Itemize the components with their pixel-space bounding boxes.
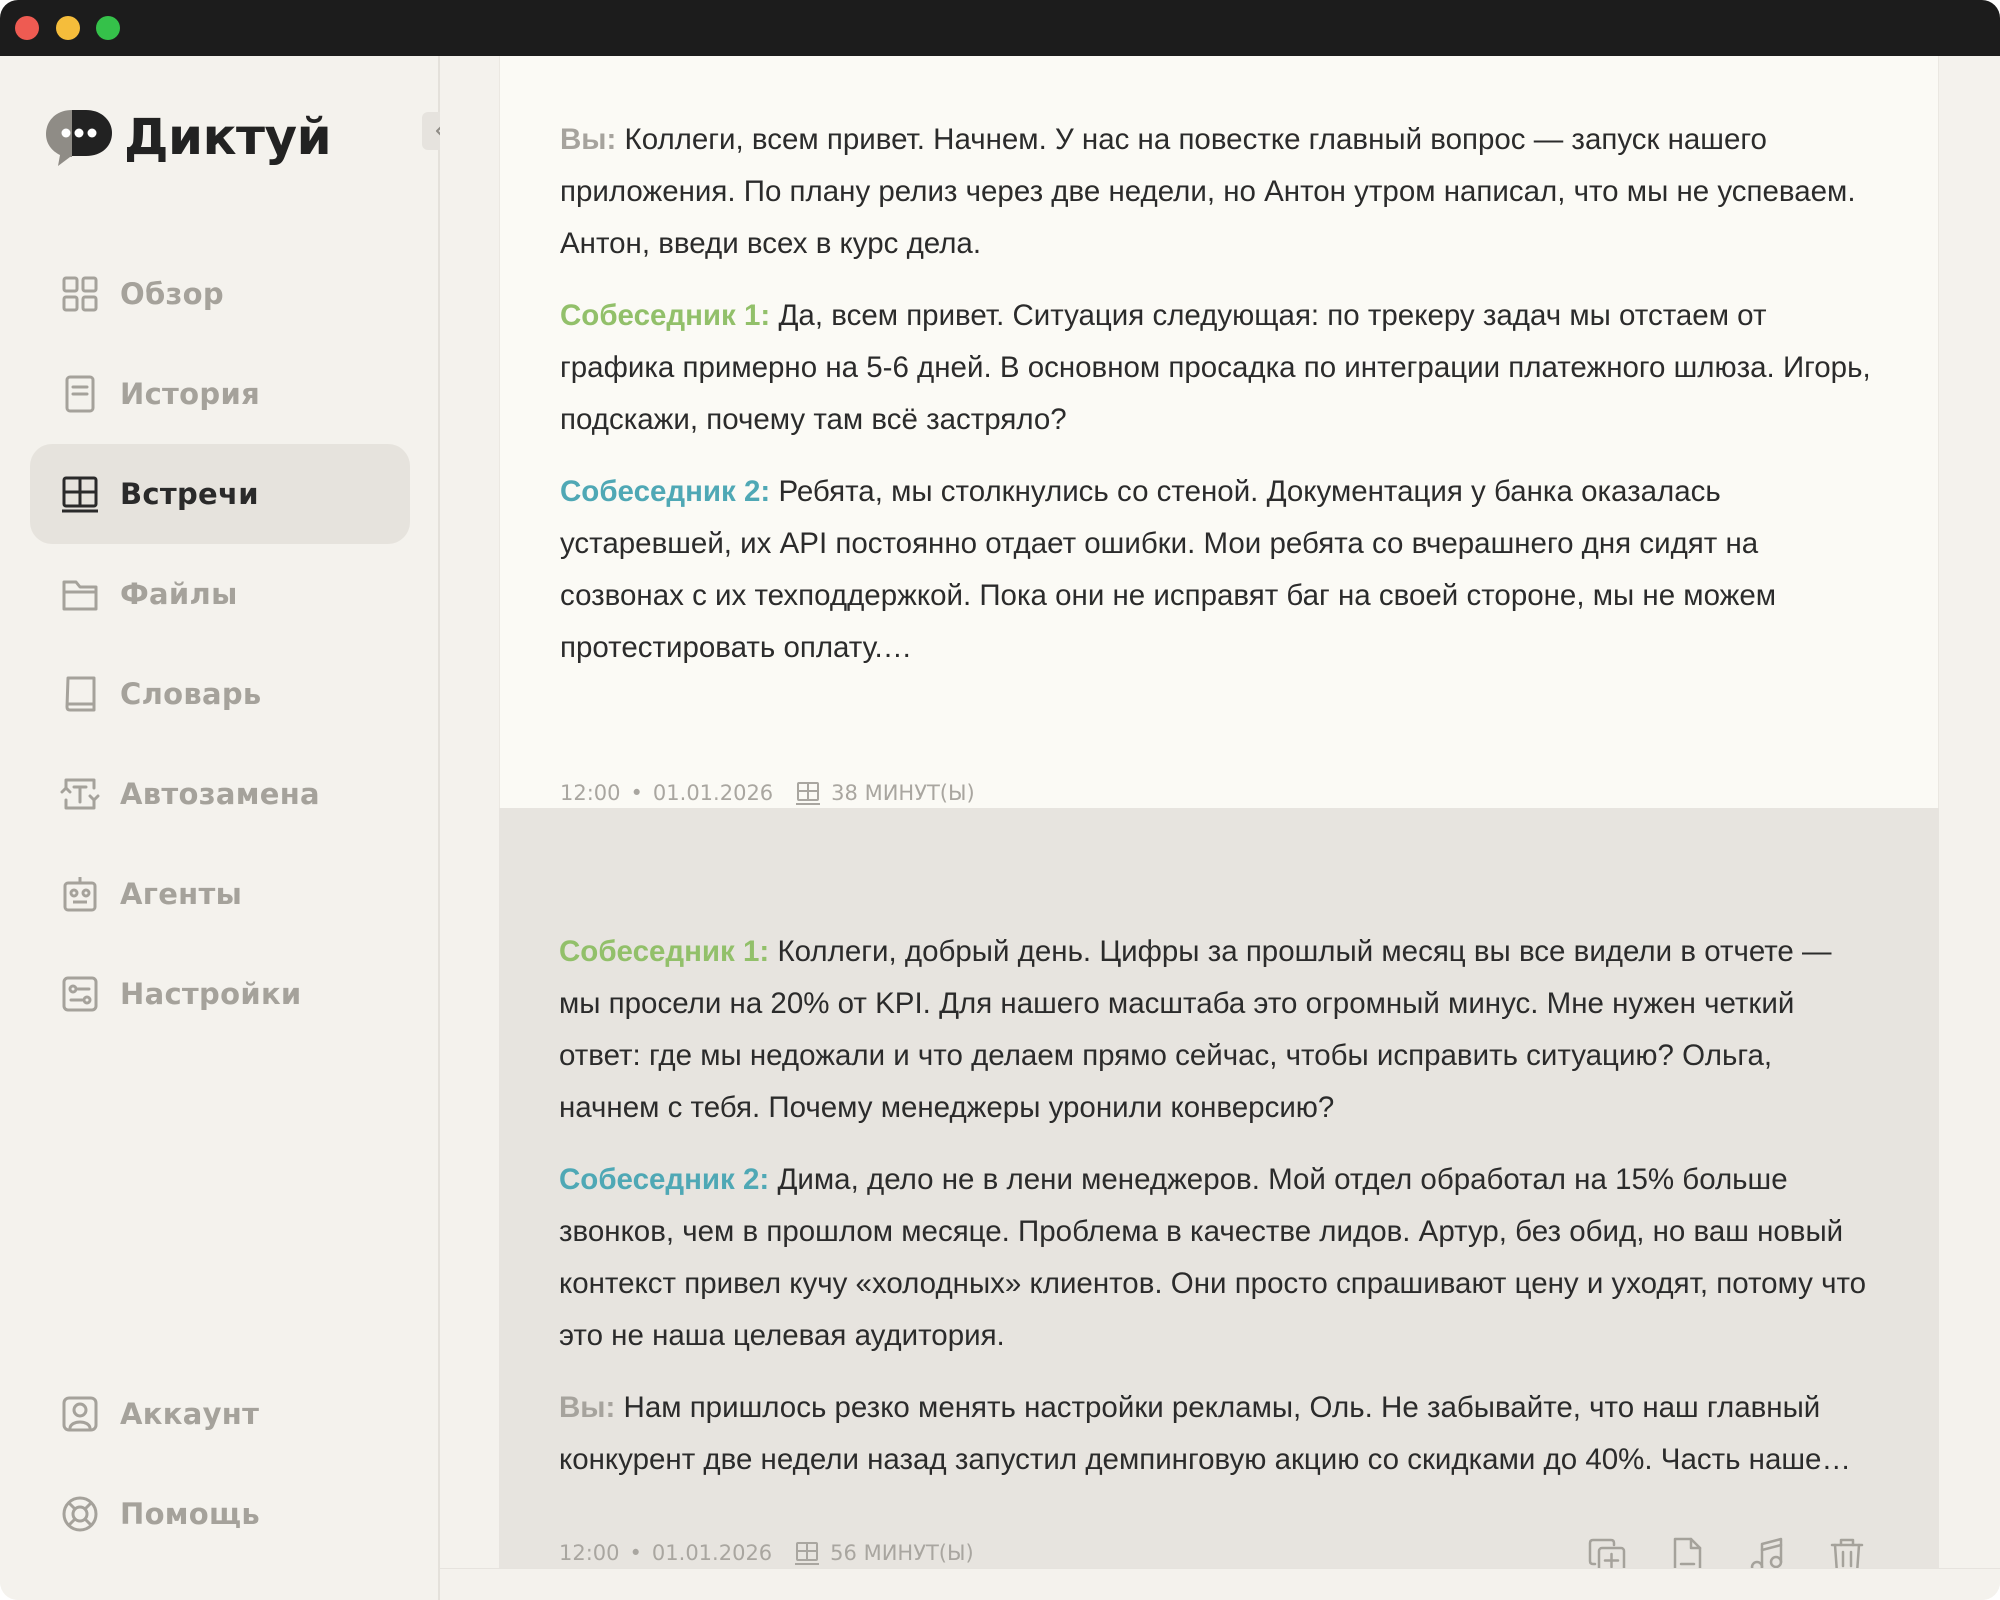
list-footer <box>440 1568 2000 1600</box>
meeting-date: 01.01.2026 <box>651 1541 773 1565</box>
robot-icon <box>63 877 97 912</box>
meeting-card[interactable]: Вы: Коллеги, всем привет. Начнем. У нас … <box>499 56 1939 808</box>
close-window-button[interactable] <box>15 16 39 40</box>
separator-dot: • <box>629 1541 642 1565</box>
sidebar-item-label: Словарь <box>120 677 262 711</box>
sliders-icon <box>62 976 98 1012</box>
sidebar-item-help[interactable]: Помощь <box>30 1464 410 1564</box>
meeting-time: 12:00 <box>560 781 621 805</box>
speaker-label: Вы: <box>560 123 617 156</box>
sidebar-item-label: Файлы <box>120 577 238 611</box>
document-icon <box>65 375 95 413</box>
sidebar-item-history[interactable]: История <box>30 344 410 444</box>
meeting-date: 01.01.2026 <box>652 781 774 805</box>
transcript-line: Вы: Нам пришлось резко менять настройки … <box>559 1382 1879 1486</box>
table-icon <box>795 1542 820 1565</box>
speaker-label: Вы: <box>559 1391 616 1424</box>
meeting-meta: 12:00 • 01.01.2026 38 МИНУТ(Ы) <box>560 780 975 806</box>
meetings-list: Вы: Коллеги, всем привет. Начнем. У нас … <box>440 56 2000 1600</box>
transcript-line: Собеседник 1: Коллеги, добрый день. Цифр… <box>559 926 1879 1134</box>
speaker-label: Собеседник 1: <box>560 299 771 332</box>
separator-dot: • <box>630 781 643 805</box>
sidebar-item-label: Обзор <box>120 277 224 311</box>
table-icon <box>62 476 98 513</box>
transcript-line: Собеседник 2: Ребята, мы столкнулись со … <box>560 466 1878 674</box>
user-icon <box>62 1396 98 1432</box>
sidebar-item-label: Настройки <box>120 977 302 1011</box>
sidebar-item-label: Аккаунт <box>120 1397 260 1431</box>
transcript-line: Собеседник 1: Да, всем привет. Ситуация … <box>560 290 1878 446</box>
meeting-card[interactable]: Собеседник 1: Коллеги, добрый день. Цифр… <box>499 808 1939 1575</box>
meeting-time: 12:00 <box>559 1541 620 1565</box>
sidebar: Диктуй Обзор История Встречи Файлы Слова… <box>0 56 458 1600</box>
sidebar-item-agents[interactable]: Агенты <box>30 844 410 944</box>
app-name: Диктуй <box>124 108 332 166</box>
transcript-text: Нам пришлось резко менять настройки рекл… <box>559 1391 1851 1476</box>
sidebar-item-dictionary[interactable]: Словарь <box>30 644 410 744</box>
transcript-line: Вы: Коллеги, всем привет. Начнем. У нас … <box>560 114 1878 270</box>
speaker-label: Собеседник 2: <box>560 475 771 508</box>
minimize-window-button[interactable] <box>56 16 80 40</box>
sidebar-item-label: Встречи <box>120 477 259 511</box>
app-logo: Диктуй <box>42 102 332 172</box>
meeting-duration: 56 МИНУТ(Ы) <box>830 1541 974 1565</box>
sidebar-item-meetings[interactable]: Встречи <box>30 444 410 544</box>
maximize-window-button[interactable] <box>96 16 120 40</box>
grid-icon <box>62 276 98 312</box>
sidebar-item-autoreplace[interactable]: Автозамена <box>30 744 410 844</box>
book-icon <box>65 676 96 712</box>
table-icon <box>796 782 821 805</box>
sidebar-item-overview[interactable]: Обзор <box>30 244 410 344</box>
meeting-duration: 38 МИНУТ(Ы) <box>831 781 975 805</box>
lifebuoy-icon <box>62 1496 98 1532</box>
sidebar-item-files[interactable]: Файлы <box>30 544 410 644</box>
sidebar-item-label: Автозамена <box>120 777 320 811</box>
meeting-meta: 12:00 • 01.01.2026 56 МИНУТ(Ы) <box>559 1540 974 1566</box>
speaker-label: Собеседник 1: <box>559 935 770 968</box>
sidebar-item-label: История <box>120 377 260 411</box>
sidebar-item-label: Помощь <box>120 1497 261 1531</box>
logo-icon <box>46 110 112 166</box>
transcript-text: Коллеги, всем привет. Начнем. У нас на п… <box>560 123 1856 260</box>
app-window: Диктуй Обзор История Встречи Файлы Слова… <box>0 0 2000 1600</box>
speaker-label: Собеседник 2: <box>559 1163 770 1196</box>
transcript-line: Собеседник 2: Дима, дело не в лени менед… <box>559 1154 1879 1362</box>
sidebar-item-label: Агенты <box>120 877 243 911</box>
sidebar-item-settings[interactable]: Настройки <box>30 944 410 1044</box>
sidebar-item-account[interactable]: Аккаунт <box>30 1364 410 1464</box>
folder-icon <box>62 580 98 611</box>
title-bar <box>0 0 2000 56</box>
text-replace-icon <box>60 778 100 810</box>
